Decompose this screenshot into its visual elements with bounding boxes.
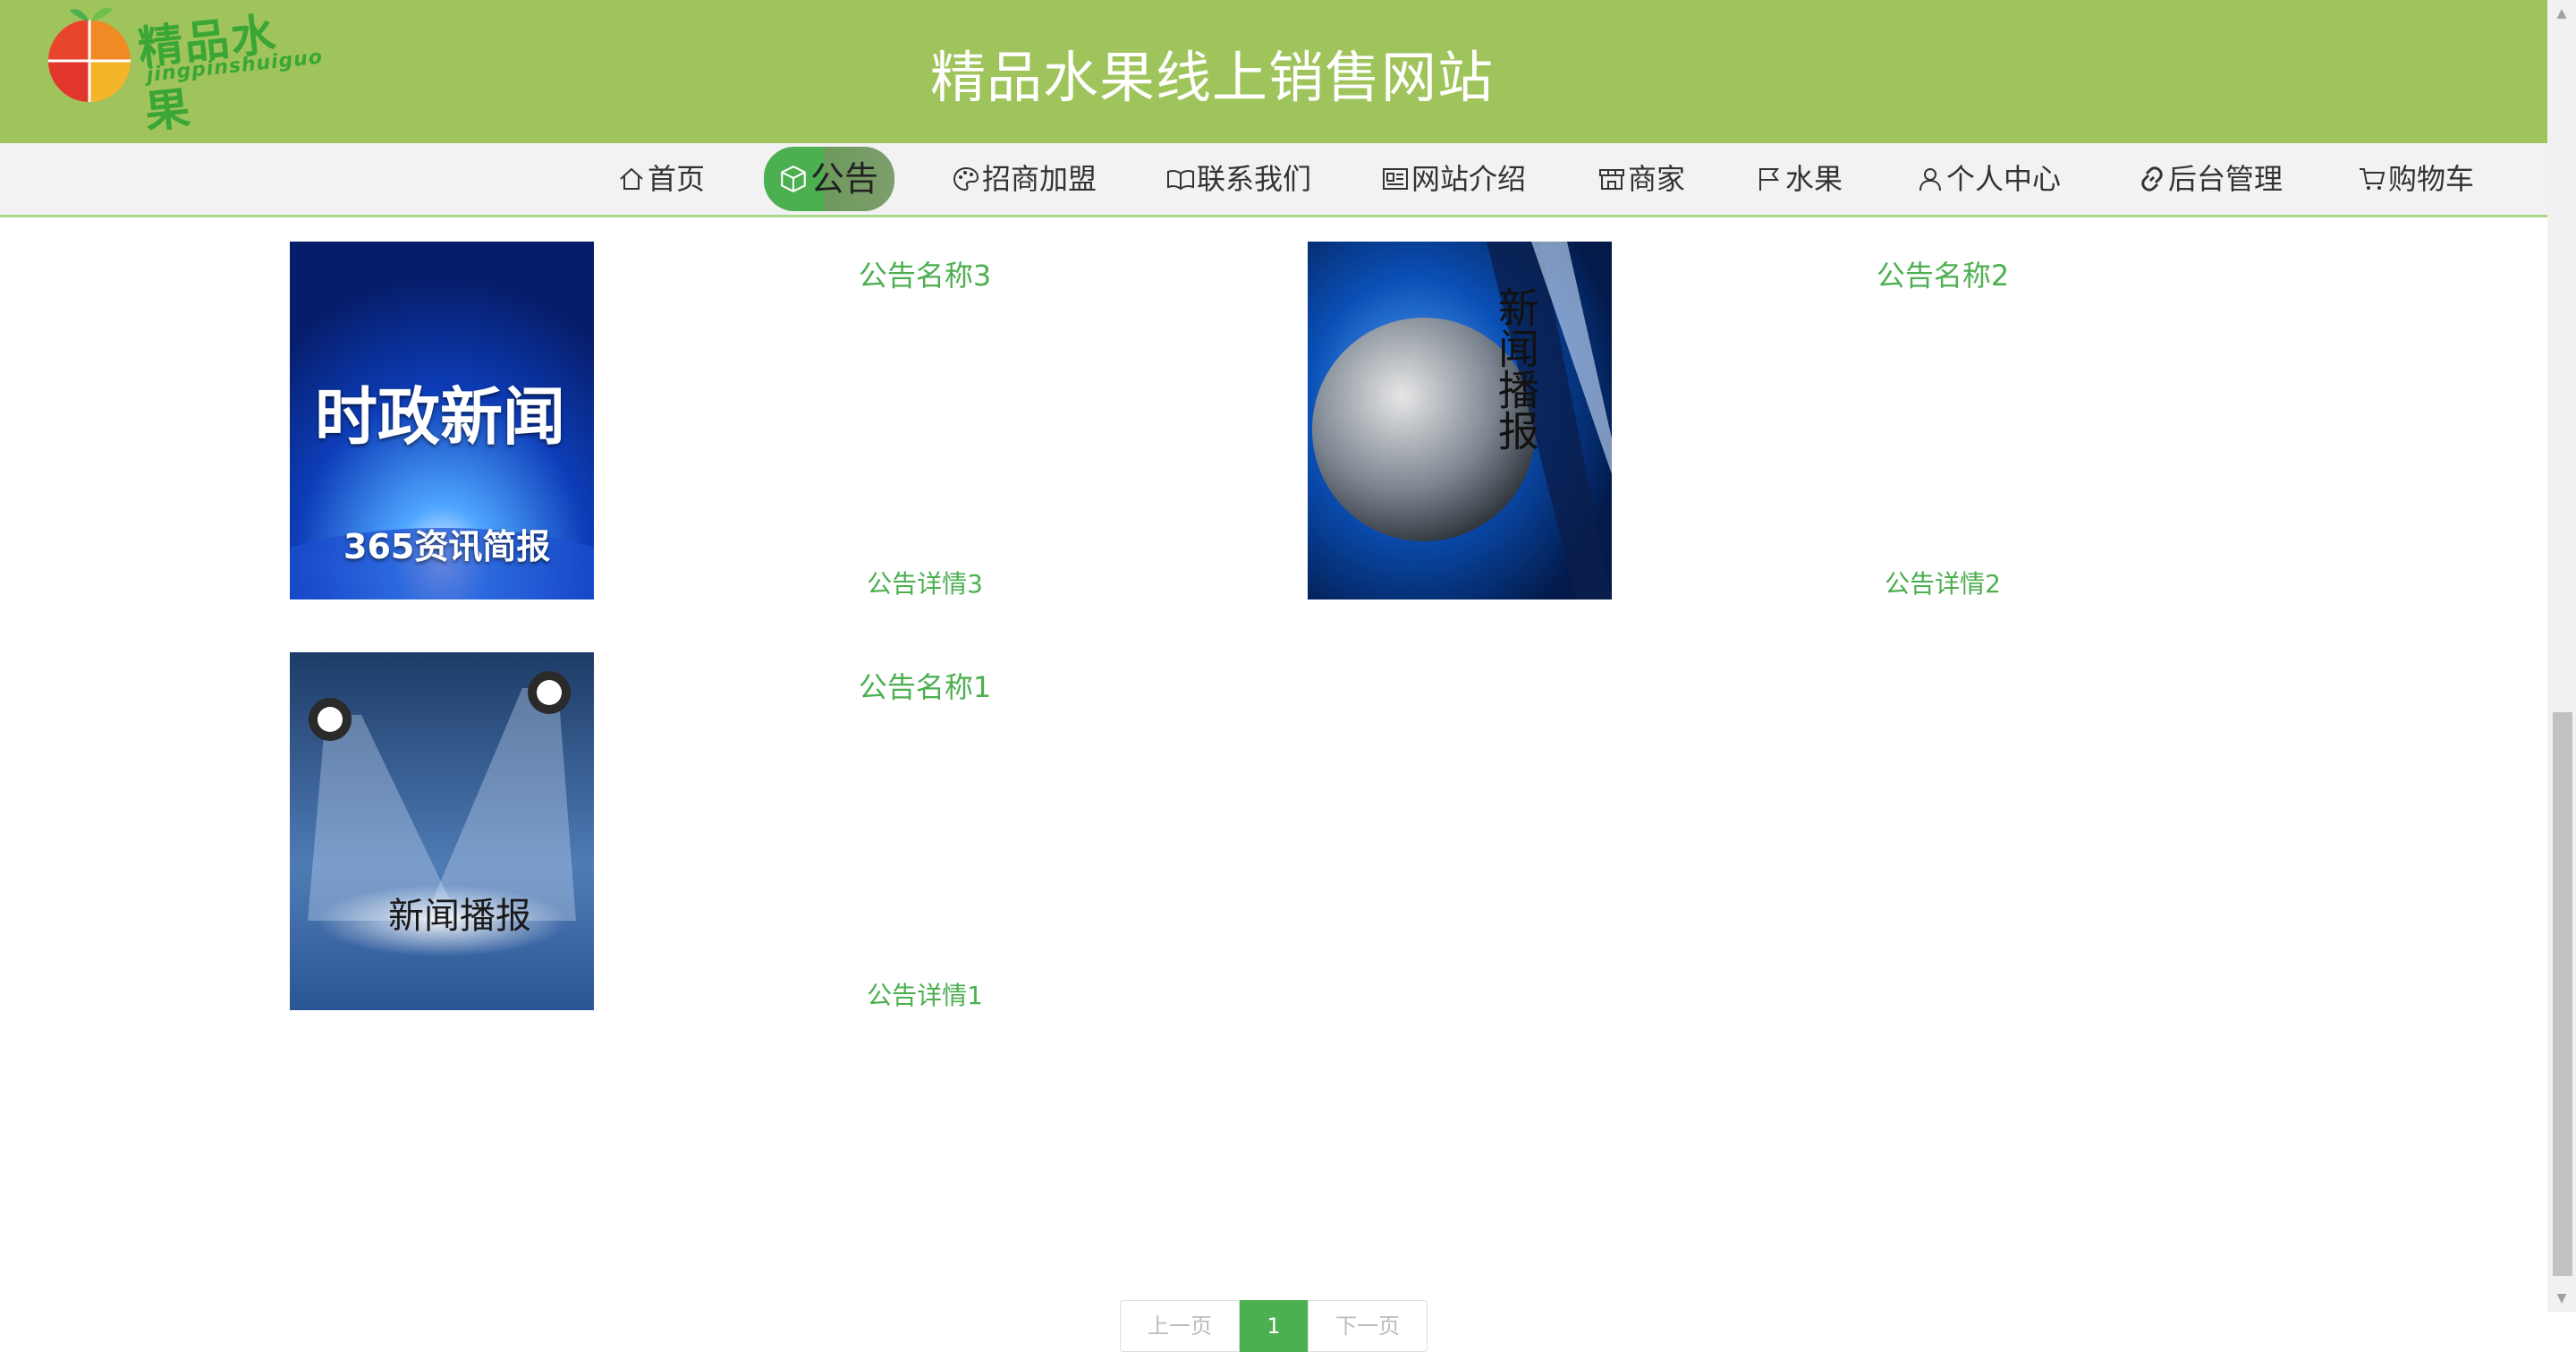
- main-nav: 首页 公告 招商加盟 联系我们 网站介绍 商家 水果 个人中心 后台管理 购物车: [0, 143, 2547, 217]
- nav-label: 招商加盟: [982, 162, 1097, 196]
- nav-label: 商家: [1628, 162, 1686, 196]
- site-header: 精品水果 jingpinshuiguo 精品水果线上销售网站: [0, 0, 2547, 143]
- nav-item-profile[interactable]: 个人中心: [1916, 156, 2061, 202]
- cart-icon: [2360, 168, 2385, 190]
- notice-detail: 公告详情1: [867, 981, 983, 1010]
- notice-image[interactable]: 新闻播报: [290, 652, 594, 1010]
- scroll-thumb[interactable]: [2553, 712, 2572, 1276]
- spotlight-image: [290, 652, 594, 1010]
- nav-label: 公告: [810, 159, 879, 199]
- nav-label: 首页: [648, 162, 706, 196]
- nav-item-cart[interactable]: 购物车: [2358, 156, 2474, 202]
- book-icon: [1167, 169, 1194, 191]
- image-caption: 新闻播报: [388, 896, 531, 937]
- nav-item-notice[interactable]: 公告: [764, 147, 895, 211]
- store-icon: [1599, 169, 1624, 190]
- notice-name[interactable]: 公告名称2: [1737, 253, 2148, 294]
- notice-name[interactable]: 公告名称3: [719, 253, 1131, 294]
- image-caption: 时政新闻: [315, 380, 565, 454]
- home-icon: [620, 167, 643, 190]
- nav-label: 联系我们: [1197, 162, 1312, 196]
- scroll-down-arrow-icon[interactable]: ▼: [2547, 1285, 2576, 1312]
- notice-image[interactable]: 时政新闻 365资讯简报: [290, 242, 594, 599]
- nav-label: 购物车: [2388, 162, 2475, 196]
- prev-page-button[interactable]: 上一页: [1120, 1300, 1240, 1352]
- nav-label: 水果: [1785, 162, 1843, 196]
- image-caption: 新闻播报: [1492, 286, 1540, 451]
- nav-item-contact[interactable]: 联系我们: [1166, 156, 1311, 202]
- site-title: 精品水果线上销售网站: [930, 45, 1495, 110]
- notice-image[interactable]: 新闻播报: [1308, 242, 1612, 599]
- cube-icon: [781, 165, 806, 193]
- notice-list: 时政新闻 365资讯简报 公告名称3 公告详情3 新闻播报 公告名称2 公告详情…: [0, 217, 2547, 1352]
- nav-item-merchant[interactable]: 商家: [1597, 156, 1685, 202]
- notice-name[interactable]: 公告名称1: [719, 665, 1131, 706]
- site-logo[interactable]: 精品水果 jingpinshuiguo: [39, 4, 324, 139]
- nav-item-admin[interactable]: 后台管理: [2138, 156, 2283, 202]
- user-icon: [1919, 168, 1941, 191]
- notice-detail: 公告详情2: [1885, 569, 2001, 599]
- nav-item-fruit[interactable]: 水果: [1755, 156, 1843, 202]
- nav-item-franchise[interactable]: 招商加盟: [952, 156, 1097, 202]
- id-card-icon: [1383, 168, 1408, 190]
- nav-label: 后台管理: [2168, 162, 2284, 196]
- pagination: 上一页 1 下一页: [1120, 1300, 1428, 1352]
- palette-icon: [953, 166, 979, 191]
- nav-item-about[interactable]: 网站介绍: [1381, 156, 1526, 202]
- nav-label: 网站介绍: [1411, 162, 1527, 196]
- notice-detail: 公告详情3: [867, 569, 983, 599]
- scroll-up-arrow-icon[interactable]: ▲: [2547, 0, 2576, 27]
- page-number-button[interactable]: 1: [1240, 1300, 1308, 1352]
- nav-label: 个人中心: [1946, 162, 2062, 196]
- image-subcaption: 365资讯简报: [343, 527, 551, 566]
- link-icon: [2141, 166, 2163, 191]
- vertical-scrollbar[interactable]: ▲ ▼: [2547, 0, 2576, 1312]
- globe-news-image: [1308, 242, 1612, 599]
- nav-item-home[interactable]: 首页: [617, 156, 705, 202]
- flag-icon: [1759, 168, 1780, 191]
- next-page-button[interactable]: 下一页: [1308, 1300, 1428, 1352]
- fruit-logo-icon: [48, 7, 131, 102]
